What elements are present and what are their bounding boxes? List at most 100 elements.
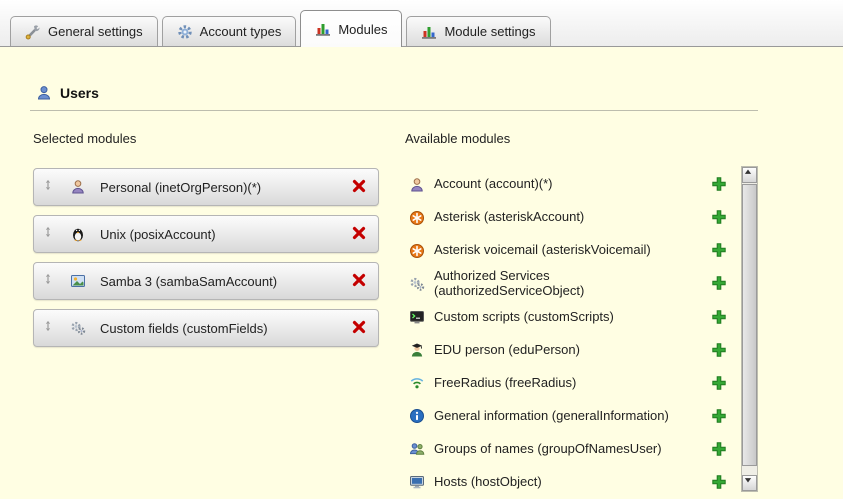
available-module-row: Groups of names (groupOfNamesUser) bbox=[405, 433, 737, 466]
add-module-button[interactable] bbox=[710, 342, 727, 359]
add-icon bbox=[711, 275, 727, 291]
section-title: Users bbox=[60, 85, 99, 101]
tab-label: Modules bbox=[338, 22, 387, 37]
add-icon bbox=[711, 309, 727, 325]
available-module-row: FreeRadius (freeRadius) bbox=[405, 367, 737, 400]
delete-icon bbox=[351, 178, 367, 194]
selected-modules-list: Personal (inetOrgPerson)(*) Unix (posixAc… bbox=[33, 168, 379, 347]
drag-handle-icon[interactable] bbox=[42, 179, 56, 195]
module-label: Authorized Services (authorizedServiceOb… bbox=[434, 269, 692, 299]
person-icon bbox=[409, 177, 425, 193]
section-divider bbox=[30, 110, 758, 111]
graduate-icon bbox=[409, 342, 425, 358]
selected-module-row: Unix (posixAccount) bbox=[33, 215, 379, 253]
tab-account-types[interactable]: Account types bbox=[162, 16, 297, 46]
module-label: FreeRadius (freeRadius) bbox=[434, 376, 576, 391]
delete-icon bbox=[351, 272, 367, 288]
add-icon bbox=[711, 441, 727, 457]
tab-module-settings[interactable]: Module settings bbox=[406, 16, 550, 46]
remove-module-button[interactable] bbox=[350, 225, 368, 243]
gears-icon bbox=[70, 320, 86, 336]
add-icon bbox=[711, 209, 727, 225]
scroll-up-button[interactable] bbox=[742, 167, 757, 183]
available-module-row: Custom scripts (customScripts) bbox=[405, 301, 737, 334]
selected-module-row: Custom fields (customFields) bbox=[33, 309, 379, 347]
modules-content: Users Selected modules Personal (inetOrg… bbox=[0, 85, 843, 499]
chart-icon bbox=[315, 21, 331, 37]
tab-label: General settings bbox=[48, 24, 143, 39]
module-label: Asterisk (asteriskAccount) bbox=[434, 210, 584, 225]
add-icon bbox=[711, 342, 727, 358]
account-type-header: Users bbox=[36, 85, 843, 101]
module-label: Asterisk voicemail (asteriskVoicemail) bbox=[434, 243, 651, 258]
user-icon bbox=[36, 85, 52, 101]
remove-module-button[interactable] bbox=[350, 178, 368, 196]
available-modules-heading: Available modules bbox=[405, 131, 758, 146]
add-module-button[interactable] bbox=[710, 408, 727, 425]
available-module-row: Account (account)(*) bbox=[405, 168, 737, 201]
person-icon bbox=[70, 179, 86, 195]
add-icon bbox=[711, 242, 727, 258]
available-modules-column: Available modules Account (account)(*) As… bbox=[405, 131, 758, 499]
add-module-button[interactable] bbox=[710, 242, 727, 259]
available-module-row: EDU person (eduPerson) bbox=[405, 334, 737, 367]
add-icon bbox=[711, 375, 727, 391]
delete-icon bbox=[351, 225, 367, 241]
drag-handle-icon[interactable] bbox=[42, 320, 56, 336]
wifi-icon bbox=[409, 375, 425, 391]
module-columns: Selected modules Personal (inetOrgPerson… bbox=[33, 131, 843, 499]
selected-modules-column: Selected modules Personal (inetOrgPerson… bbox=[33, 131, 379, 499]
computer-icon bbox=[409, 474, 425, 490]
module-label: Groups of names (groupOfNamesUser) bbox=[434, 442, 662, 457]
tab-label: Module settings bbox=[444, 24, 535, 39]
selected-module-row: Samba 3 (sambaSamAccount) bbox=[33, 262, 379, 300]
module-label: Samba 3 (sambaSamAccount) bbox=[100, 274, 277, 289]
remove-module-button[interactable] bbox=[350, 319, 368, 337]
add-module-button[interactable] bbox=[710, 441, 727, 458]
available-module-row: Hosts (hostObject) bbox=[405, 466, 737, 499]
add-module-button[interactable] bbox=[710, 275, 727, 292]
tab-label: Account types bbox=[200, 24, 282, 39]
add-module-button[interactable] bbox=[710, 474, 727, 491]
info-icon bbox=[409, 408, 425, 424]
module-label: Unix (posixAccount) bbox=[100, 227, 216, 242]
module-label: Personal (inetOrgPerson)(*) bbox=[100, 180, 261, 195]
tab-general-settings[interactable]: General settings bbox=[10, 16, 158, 46]
add-module-button[interactable] bbox=[710, 209, 727, 226]
add-module-button[interactable] bbox=[710, 375, 727, 392]
available-module-row: General information (generalInformation) bbox=[405, 400, 737, 433]
tab-bar: General settings Account types Modules Modu… bbox=[0, 0, 843, 47]
tab-modules[interactable]: Modules bbox=[300, 10, 402, 47]
module-label: Account (account)(*) bbox=[434, 177, 553, 192]
terminal-icon bbox=[409, 309, 425, 325]
gear-icon bbox=[177, 24, 193, 40]
scroll-thumb[interactable] bbox=[742, 184, 757, 466]
selected-modules-heading: Selected modules bbox=[33, 131, 379, 146]
asterisk-icon bbox=[409, 243, 425, 259]
scroll-down-button[interactable] bbox=[742, 475, 757, 491]
add-icon bbox=[711, 176, 727, 192]
available-modules-list: Account (account)(*) Asterisk (asteriskAc… bbox=[405, 168, 737, 499]
module-label: EDU person (eduPerson) bbox=[434, 343, 580, 358]
add-icon bbox=[711, 408, 727, 424]
available-module-row: Authorized Services (authorizedServiceOb… bbox=[405, 267, 737, 301]
gears-icon bbox=[409, 276, 425, 292]
add-module-button[interactable] bbox=[710, 309, 727, 326]
scrollbar[interactable] bbox=[741, 166, 758, 492]
add-module-button[interactable] bbox=[710, 176, 727, 193]
module-label: Hosts (hostObject) bbox=[434, 475, 542, 490]
penguin-icon bbox=[70, 226, 86, 242]
delete-icon bbox=[351, 319, 367, 335]
available-module-row: Asterisk (asteriskAccount) bbox=[405, 201, 737, 234]
samba-icon bbox=[70, 273, 86, 289]
module-label: Custom scripts (customScripts) bbox=[434, 310, 614, 325]
drag-handle-icon[interactable] bbox=[42, 273, 56, 289]
module-label: General information (generalInformation) bbox=[434, 409, 669, 424]
module-label: Custom fields (customFields) bbox=[100, 321, 268, 336]
available-module-row: Asterisk voicemail (asteriskVoicemail) bbox=[405, 234, 737, 267]
chart-icon bbox=[421, 24, 437, 40]
drag-handle-icon[interactable] bbox=[42, 226, 56, 242]
remove-module-button[interactable] bbox=[350, 272, 368, 290]
asterisk-icon bbox=[409, 210, 425, 226]
tools-icon bbox=[25, 24, 41, 40]
